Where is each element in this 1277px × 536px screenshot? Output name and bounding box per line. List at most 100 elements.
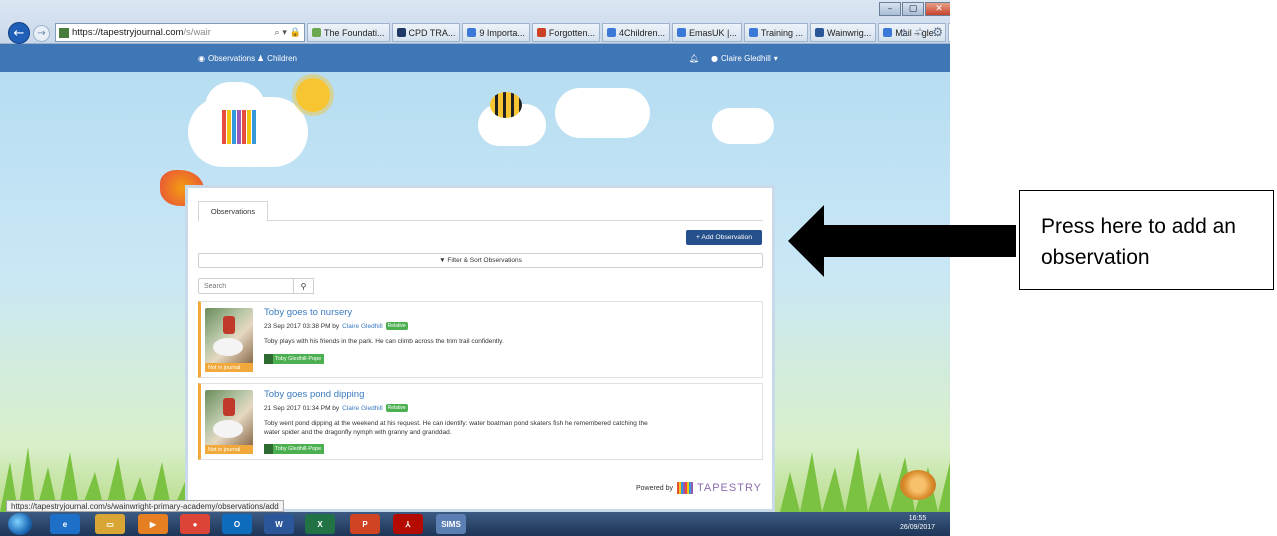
word-taskbar-icon[interactable]: W	[264, 514, 294, 534]
child-tag[interactable]: Toby Gledhill-Pope	[264, 354, 325, 364]
browser-tab-label: Forgotten...	[548, 27, 595, 38]
search-lock-icon: ⌕ ▾ 🔒	[274, 27, 302, 38]
observation-author[interactable]: Claire Gledhill	[342, 405, 382, 412]
observation-card[interactable]: Not in journal Toby goes to nursery 23 S…	[198, 301, 763, 378]
browser-tab[interactable]: Training ...	[743, 23, 809, 42]
tab-favicon-icon	[467, 28, 477, 37]
observation-card[interactable]: Not in journal Toby goes pond dipping 21…	[198, 383, 763, 460]
user-menu[interactable]: ● Claire Gledhill ▾	[711, 54, 778, 63]
child-icon: ♟	[257, 54, 265, 63]
close-window-button[interactable]: ✕	[925, 2, 950, 16]
ie-taskbar-icon[interactable]: e	[50, 514, 80, 534]
observations-panel: Observations + Add Observation ▼ Filter …	[185, 185, 775, 512]
start-button[interactable]	[8, 513, 32, 535]
observation-title[interactable]: Toby goes pond dipping	[264, 389, 364, 400]
tab-favicon-icon	[676, 28, 686, 37]
address-bar[interactable]: https://tapestryjournal.com/s/wair ⌕ ▾ 🔒	[55, 23, 305, 42]
url-host: https://tapestryjournal.com	[72, 27, 184, 38]
eye-icon: ◉	[198, 54, 205, 63]
tab-favicon-icon	[312, 28, 321, 37]
user-name: Claire Gledhill	[720, 54, 771, 63]
browser-tabs: The Foundati... CPD TRA... 9 Importa... For…	[307, 23, 950, 44]
search-icon[interactable]: ⚲	[294, 278, 314, 294]
tab-favicon-icon	[748, 28, 758, 37]
observation-photo[interactable]	[205, 390, 253, 446]
observation-date: 23 Sep 2017 03:38 PM by	[264, 322, 340, 330]
browser-tab-label: 4Children...	[618, 27, 665, 38]
app-navbar: ◉ Observations ♟ Children 🔔︎ ● Claire Gl…	[0, 44, 950, 72]
browser-tab-label: Training ...	[760, 27, 804, 38]
snail-icon	[900, 470, 936, 500]
back-button[interactable]: ←	[8, 22, 30, 44]
observation-text: Toby went pond dipping at the weekend at…	[264, 420, 648, 436]
explorer-taskbar-icon[interactable]: ▭	[95, 514, 125, 534]
child-tag-label: Toby Gledhill-Pope	[275, 356, 322, 362]
tab-favicon-icon	[815, 28, 825, 37]
sims-taskbar-icon[interactable]: SIMS	[436, 514, 466, 534]
browser-toolbar-icons: ⌂ ☆ ⚙	[900, 25, 943, 39]
browser-tab[interactable]: Obser...	[948, 23, 950, 42]
observation-text: Toby plays with his friends in the park.…	[264, 338, 504, 345]
forward-button[interactable]: →	[33, 25, 50, 42]
browser-tab[interactable]: CPD TRA...	[391, 23, 461, 42]
observation-author[interactable]: Claire Gledhill	[342, 323, 382, 330]
excel-taskbar-icon[interactable]: X	[305, 514, 335, 534]
home-icon[interactable]: ⌂	[900, 25, 908, 39]
browser-tab[interactable]: EmasUK |...	[671, 23, 742, 42]
minimize-button[interactable]: –	[879, 2, 901, 16]
browser-tab-label: The Foundati...	[324, 27, 385, 38]
observation-photo[interactable]	[205, 308, 253, 364]
journal-status-badge: Not in journal	[205, 445, 253, 454]
search-input[interactable]	[198, 278, 294, 294]
search-row: ⚲	[198, 278, 314, 294]
add-observation-button[interactable]: + Add Observation	[686, 230, 762, 245]
powerpoint-taskbar-icon[interactable]: P	[350, 514, 380, 534]
bee-icon	[490, 92, 522, 118]
filter-sort-toggle[interactable]: ▼ Filter & Sort Observations	[198, 253, 763, 268]
browser-tab[interactable]: 4Children...	[601, 23, 670, 42]
nav-observations[interactable]: ◉ Observations	[198, 54, 255, 63]
chrome-taskbar-icon[interactable]: ●	[180, 514, 210, 534]
clock-date: 26/09/2017	[900, 524, 936, 531]
user-icon: ●	[711, 54, 718, 63]
child-avatar-icon	[264, 354, 273, 364]
child-avatar-icon	[264, 444, 273, 454]
maximize-button[interactable]: ▢	[902, 2, 924, 16]
nav-children-label: Children	[267, 54, 297, 63]
observation-date: 21 Sep 2017 01:34 PM by	[264, 404, 340, 412]
browser-tab[interactable]: Forgotten...	[531, 23, 600, 42]
browser-tab-label: CPD TRA...	[408, 27, 456, 38]
window-controls: – ▢ ✕	[878, 2, 950, 16]
observation-meta: 23 Sep 2017 03:38 PM by Claire Gledhill …	[264, 322, 408, 330]
browser-tab[interactable]: 9 Importa...	[462, 23, 530, 42]
pdf-taskbar-icon[interactable]: ⅄	[393, 514, 423, 534]
annotation-callout: Press here to add an observation	[1019, 190, 1274, 290]
browser-tab-label: Wainwrig...	[827, 27, 872, 38]
observation-title[interactable]: Toby goes to nursery	[264, 307, 352, 318]
site-favicon-icon	[59, 27, 69, 38]
observation-meta: 21 Sep 2017 01:34 PM by Claire Gledhill …	[264, 404, 408, 412]
child-tag[interactable]: Toby Gledhill-Pope	[264, 444, 325, 454]
notifications-bell[interactable]: 🔔︎	[689, 54, 699, 63]
nav-children[interactable]: ♟ Children	[257, 54, 297, 63]
outlook-taskbar-icon[interactable]: O	[222, 514, 252, 534]
annotation-arrow-icon	[788, 205, 1016, 277]
windows-taskbar: e ▭ ▶ ● O W X P ⅄ SIMS 16:55 26/09/2017	[0, 512, 950, 536]
tab-favicon-icon	[396, 28, 406, 37]
settings-gear-icon[interactable]: ⚙	[932, 25, 943, 39]
clock-time: 16:55	[908, 515, 927, 522]
sun-icon	[296, 78, 330, 112]
system-clock[interactable]: 16:55 26/09/2017	[900, 514, 935, 532]
cloud-2	[555, 88, 650, 138]
browser-chrome: – ▢ ✕ ← → https://tapestryjournal.com/s/…	[0, 0, 950, 44]
tab-observations[interactable]: Observations	[198, 201, 268, 222]
tab-favicon-icon	[606, 28, 616, 37]
bell-icon: 🔔︎	[689, 54, 700, 63]
tab-favicon-icon	[883, 28, 893, 37]
browser-tab[interactable]: The Foundati...	[307, 23, 390, 42]
tapestry-logo-icon	[222, 110, 256, 144]
powered-by-label: Powered by	[636, 484, 673, 492]
browser-tab[interactable]: Wainwrig...	[810, 23, 877, 42]
favorites-star-icon[interactable]: ☆	[915, 25, 926, 39]
media-taskbar-icon[interactable]: ▶	[138, 514, 168, 534]
